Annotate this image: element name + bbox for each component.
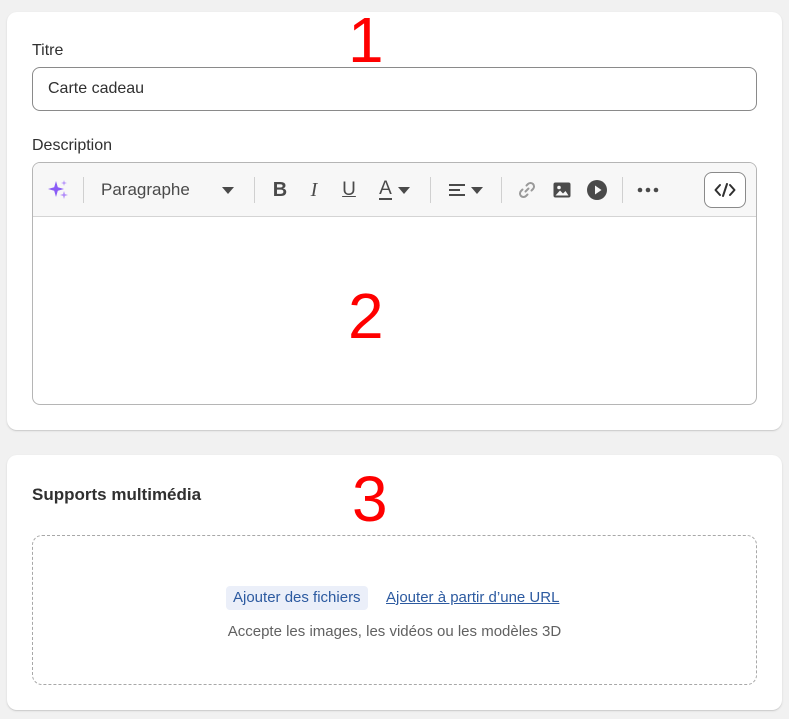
media-section-title: Supports multimédia xyxy=(32,485,202,504)
caret-down-icon xyxy=(221,180,235,200)
format-select-label: Paragraphe xyxy=(101,180,190,199)
annotation-marker-1: 1 xyxy=(348,4,384,76)
product-details-card: Titre Description Paragraphe xyxy=(7,12,782,430)
accepted-formats-text: Accepte les images, les vidéos ou les mo… xyxy=(227,623,562,640)
toolbar-separator xyxy=(430,177,431,203)
code-view-button[interactable] xyxy=(704,172,746,208)
format-select[interactable]: Paragraphe xyxy=(93,175,243,205)
caret-down-icon xyxy=(397,187,410,194)
annotation-marker-2: 2 xyxy=(348,280,384,352)
media-dropzone[interactable]: Ajouter des fichiers Ajouter à partir d’… xyxy=(32,535,757,685)
align-left-icon[interactable] xyxy=(443,175,489,205)
title-input[interactable] xyxy=(32,67,757,111)
underline-glyph: U xyxy=(342,179,356,200)
text-color-glyph: A xyxy=(379,178,392,200)
add-files-button[interactable]: Ajouter des fichiers xyxy=(226,586,368,610)
caret-down-icon xyxy=(471,187,483,194)
media-card: Supports multimédia Ajouter des fichiers… xyxy=(7,455,782,710)
add-from-url-link[interactable]: Ajouter à partir d’une URL xyxy=(386,589,559,606)
underline-icon[interactable]: U xyxy=(336,175,362,205)
editor-toolbar: Paragraphe B I U A xyxy=(33,163,756,217)
image-icon[interactable] xyxy=(548,175,576,205)
toolbar-separator xyxy=(254,177,255,203)
toolbar-separator xyxy=(501,177,502,203)
bold-icon[interactable]: B xyxy=(267,175,293,205)
sparkle-icon[interactable] xyxy=(43,175,73,205)
code-icon xyxy=(714,183,736,197)
description-label: Description xyxy=(32,137,113,154)
annotation-marker-3: 3 xyxy=(352,463,388,535)
bold-glyph: B xyxy=(272,178,288,201)
editor-content-area[interactable] xyxy=(33,217,756,404)
italic-icon[interactable]: I xyxy=(301,175,327,205)
toolbar-separator xyxy=(622,177,623,203)
more-horizontal-icon[interactable] xyxy=(633,175,663,205)
text-color-icon[interactable]: A xyxy=(372,175,418,205)
toolbar-separator xyxy=(83,177,84,203)
italic-glyph: I xyxy=(310,178,318,201)
video-play-icon[interactable] xyxy=(583,175,611,205)
link-icon[interactable] xyxy=(513,175,541,205)
rich-text-editor: Paragraphe B I U A xyxy=(32,162,757,405)
title-label: Titre xyxy=(32,42,64,59)
